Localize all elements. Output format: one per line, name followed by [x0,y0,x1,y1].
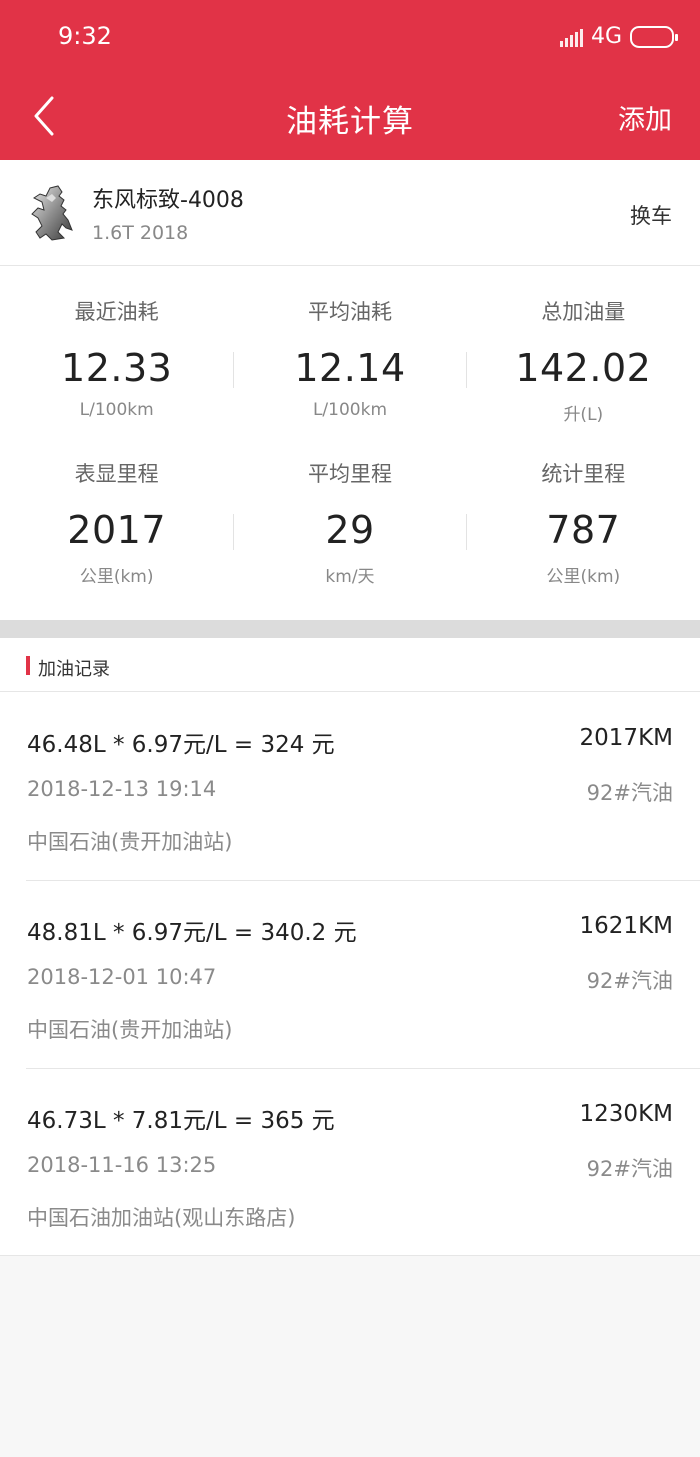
status-bar: 9:32 4G [0,0,700,78]
status-time: 9:32 [58,22,112,50]
section-accent-bar [26,656,30,675]
app-header: 9:32 4G 油耗计算 添加 [0,0,700,160]
stat-recent-consumption: 最近油耗 12.33 L/100km [0,290,233,450]
stat-unit: L/100km [312,400,388,420]
record-station: 中国石油(贵开加油站) [27,830,233,854]
stat-unit: 升(L) [563,405,604,425]
record-formula: 46.73L * 7.81元/L = 365 元 [27,1108,335,1134]
stat-average-consumption: 平均油耗 12.14 L/100km [233,290,466,450]
change-car-button[interactable]: 换车 [630,200,672,230]
stat-unit: L/100km [79,400,154,420]
peugeot-lion-logo [31,185,73,241]
add-button[interactable]: 添加 [618,98,672,137]
record-item[interactable]: 46.48L * 6.97元/L = 324 元 2017KM 2018-12-… [0,692,700,880]
record-fuel-type: 92#汽油 [586,1157,673,1181]
status-indicators: 4G [559,24,678,49]
stats-panel: 最近油耗 12.33 L/100km 平均油耗 12.14 L/100km 总加… [0,266,700,620]
refuel-records: 加油记录 46.48L * 6.97元/L = 324 元 2017KM 201… [0,638,700,1256]
stat-total-fuel: 总加油量 142.02 升(L) [467,290,700,450]
record-item[interactable]: 46.73L * 7.81元/L = 365 元 1230KM 2018-11-… [0,1068,700,1256]
divider [466,514,467,550]
record-fuel-type: 92#汽油 [586,969,673,993]
stat-value: 2017 [67,508,167,552]
stat-value: 12.14 [294,346,406,390]
stat-odometer: 表显里程 2017 公里(km) [0,452,233,612]
record-odometer: 2017KM [579,725,673,751]
stat-tracked-mileage: 统计里程 787 公里(km) [467,452,700,612]
divider [233,352,234,388]
section-separator [0,620,700,638]
stat-label: 总加油量 [541,300,626,324]
stat-value: 29 [325,508,375,552]
stat-label: 平均油耗 [307,300,392,324]
record-fuel-type: 92#汽油 [586,781,673,805]
car-info[interactable]: 东风标致-4008 1.6T 2018 换车 [0,160,700,266]
record-formula: 46.48L * 6.97元/L = 324 元 [27,732,335,758]
divider [233,514,234,550]
stat-value: 787 [546,508,621,552]
stat-label: 最近油耗 [74,300,159,324]
nav-bar: 油耗计算 添加 [0,78,700,160]
page-title: 油耗计算 [286,104,414,140]
stat-average-mileage: 平均里程 29 km/天 [233,452,466,612]
stat-value: 142.02 [515,346,652,390]
record-item[interactable]: 48.81L * 6.97元/L = 340.2 元 1621KM 2018-1… [0,880,700,1068]
stat-label: 统计里程 [541,462,626,486]
record-odometer: 1230KM [579,1101,673,1127]
stat-label: 平均里程 [307,462,392,486]
stat-unit: km/天 [325,567,375,587]
network-type: 4G [590,24,622,49]
records-title: 加油记录 [38,659,110,680]
records-header: 加油记录 [0,638,700,692]
car-spec: 1.6T 2018 [92,222,189,244]
record-station: 中国石油(贵开加油站) [27,1018,233,1042]
stat-unit: 公里(km) [79,567,154,587]
stat-unit: 公里(km) [546,567,621,587]
record-station: 中国石油加油站(观山东路店) [27,1206,296,1230]
car-name: 东风标致-4008 [92,188,244,213]
record-date: 2018-12-01 10:47 [27,965,217,989]
divider [466,352,467,388]
signal-icon [559,27,583,47]
record-formula: 48.81L * 6.97元/L = 340.2 元 [27,920,357,946]
stats-row: 最近油耗 12.33 L/100km 平均油耗 12.14 L/100km 总加… [0,290,700,450]
stat-value: 12.33 [61,346,173,390]
stat-label: 表显里程 [74,462,159,486]
record-date: 2018-12-13 19:14 [27,777,217,801]
record-date: 2018-11-16 13:25 [27,1153,217,1177]
record-odometer: 1621KM [579,913,673,939]
stats-row: 表显里程 2017 公里(km) 平均里程 29 km/天 统计里程 787 公… [0,452,700,612]
battery-icon [630,25,678,48]
